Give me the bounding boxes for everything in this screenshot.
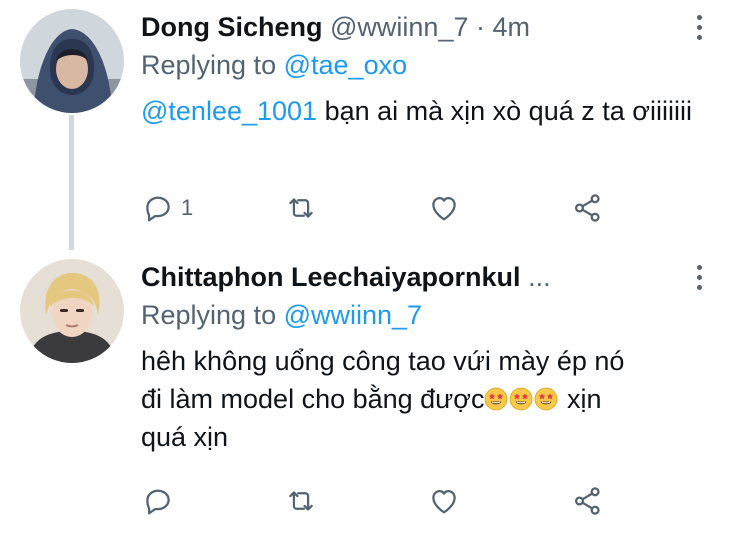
reply-button[interactable]: 1	[141, 190, 193, 226]
retweet-button[interactable]	[284, 190, 318, 226]
tweet-dong-sicheng[interactable]: Dong Sicheng @wwiinn_7 · 4m Replying to …	[0, 0, 750, 250]
share-button[interactable]	[571, 483, 605, 519]
star-struck-emoji-icon	[535, 387, 558, 411]
heart-icon	[432, 196, 456, 221]
separator: ·	[476, 12, 485, 42]
more-icon[interactable]	[694, 262, 704, 296]
replying-to-handle[interactable]: @wwiinn_7	[284, 300, 422, 330]
user-handle[interactable]: @wwiinn_7	[330, 12, 468, 42]
tweet-line-4: quá xịn	[141, 422, 229, 452]
thread-line	[69, 115, 74, 250]
reply-button[interactable]	[141, 483, 175, 519]
more-icon[interactable]	[694, 12, 704, 46]
retweet-button[interactable]	[284, 483, 318, 519]
tweet-chittaphon[interactable]: Chittaphon Leechaiyapornkul ... Replying…	[0, 250, 750, 534]
name-ellipsis: ...	[528, 262, 551, 292]
action-bar: 1	[141, 190, 641, 226]
replying-to: Replying to @tae_oxo	[141, 48, 407, 82]
reply-icon	[146, 489, 170, 515]
tweet-line-2: đi làm model cho bằng được xịn	[141, 380, 701, 418]
replying-to-handle[interactable]: @tae_oxo	[284, 50, 408, 80]
mention-link[interactable]: @tenlee_1001	[141, 96, 317, 126]
avatar[interactable]	[20, 259, 124, 363]
reply-icon	[146, 196, 170, 222]
like-button[interactable]	[427, 483, 461, 519]
avatar-photo	[20, 9, 124, 113]
reply-count: 1	[181, 195, 194, 220]
tweet-text: hêh không uổng công tao vứi mày ép nó đi…	[141, 342, 701, 456]
replying-prefix: Replying to	[141, 300, 277, 330]
retweet-icon	[289, 491, 313, 511]
avatar-photo	[20, 259, 124, 363]
avatar[interactable]	[20, 9, 124, 113]
timestamp[interactable]: 4m	[493, 12, 531, 42]
share-button[interactable]	[571, 190, 605, 226]
share-icon	[574, 487, 600, 515]
heart-icon	[432, 489, 456, 514]
replying-prefix: Replying to	[141, 50, 277, 80]
tweet-header: Dong Sicheng @wwiinn_7 · 4m	[141, 10, 530, 44]
replying-to: Replying to @wwiinn_7	[141, 298, 422, 332]
tweet-body-text: bạn ai mà xịn xò quá z ta ơiiiiiii	[317, 96, 692, 126]
display-name[interactable]: Chittaphon Leechaiyapornkul	[141, 262, 521, 292]
emoji-group	[484, 384, 559, 414]
tweet-header: Chittaphon Leechaiyapornkul ...	[141, 260, 551, 294]
tweet-text: @tenlee_1001 bạn ai mà xịn xò quá z ta ơ…	[141, 92, 701, 130]
tweet-line-2-text: đi làm model cho bằng được	[141, 384, 485, 414]
action-bar	[141, 483, 641, 519]
share-icon	[574, 194, 600, 222]
star-struck-emoji-icon	[485, 387, 508, 411]
tweet-line-1: hêh không uổng công tao vứi mày ép nó	[141, 346, 625, 376]
star-struck-emoji-icon	[510, 387, 533, 411]
like-button[interactable]	[427, 190, 461, 226]
retweet-icon	[289, 198, 313, 218]
display-name[interactable]: Dong Sicheng	[141, 12, 323, 42]
tweet-line-3-text: xịn	[559, 384, 602, 414]
